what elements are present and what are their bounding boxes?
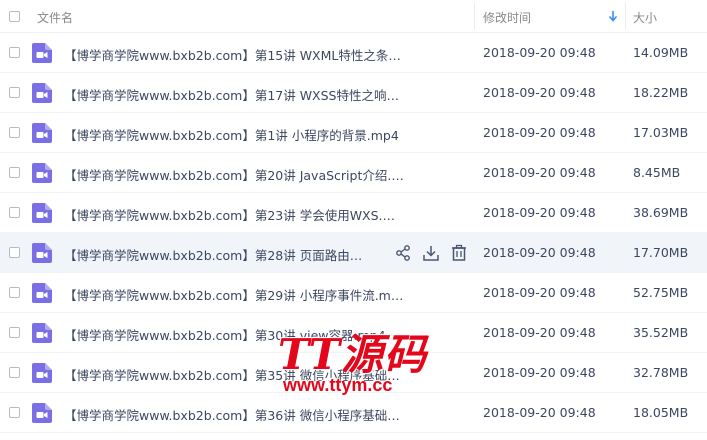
file-row[interactable]: 【博学商学院www.bxb2b.com】第15讲 WXML特性之条件渲染.mp4… [0,33,707,73]
row-checkbox[interactable] [9,287,20,298]
video-file-icon [32,123,52,143]
file-row[interactable]: 【博学商学院www.bxb2b.com】第23讲 学会使用WXS.mp4 201… [0,193,707,233]
file-size: 17.03MB [633,125,689,140]
file-size: 35.52MB [633,325,689,340]
file-name[interactable]: 【博学商学院www.bxb2b.com】第29讲 小程序事件流.mp4 [64,285,404,304]
file-modified-time: 2018-09-20 09:48 [483,365,596,380]
watermark-logo: TT源码 [278,330,428,379]
file-modified-time: 2018-09-20 09:48 [483,85,596,100]
row-checkbox[interactable] [9,127,20,138]
row-checkbox[interactable] [9,367,20,378]
file-modified-time: 2018-09-20 09:48 [483,205,596,220]
file-size: 52.75MB [633,285,689,300]
file-name[interactable]: 【博学商学院www.bxb2b.com】第20讲 JavaScript介绍.mp… [64,165,404,184]
row-checkbox[interactable] [9,407,20,418]
row-checkbox[interactable] [9,167,20,178]
file-name[interactable]: 【博学商学院www.bxb2b.com】第23讲 学会使用WXS.mp4 [64,205,404,224]
file-modified-time: 2018-09-20 09:48 [483,325,596,340]
row-checkbox[interactable] [9,207,20,218]
select-all-checkbox[interactable] [9,11,20,22]
file-modified-time: 2018-09-20 09:48 [483,125,596,140]
row-checkbox[interactable] [9,47,20,58]
file-modified-time: 2018-09-20 09:48 [483,245,596,260]
file-modified-time: 2018-09-20 09:48 [483,285,596,300]
file-name[interactable]: 【博学商学院www.bxb2b.com】第17讲 WXSS特性之响应式像素.mp… [64,85,404,104]
file-row[interactable]: 【博学商学院www.bxb2b.com】第17讲 WXSS特性之响应式像素.mp… [0,73,707,113]
row-checkbox[interactable] [9,87,20,98]
column-header-size[interactable]: 大小 [633,9,657,26]
delete-icon[interactable] [450,244,468,262]
file-size: 18.22MB [633,85,689,100]
file-modified-time: 2018-09-20 09:48 [483,405,596,420]
share-icon[interactable] [394,244,412,262]
file-row[interactable]: 【博学商学院www.bxb2b.com】第28讲 页面路由.mp4 2018-0… [0,233,707,273]
file-row[interactable]: 【博学商学院www.bxb2b.com】第36讲 微信小程序基础内容组件之tex… [0,393,707,433]
video-file-icon [32,283,52,303]
file-size: 32.78MB [633,365,689,380]
file-size: 14.09MB [633,45,689,60]
video-file-icon [32,203,52,223]
file-size: 18.05MB [633,405,689,420]
video-file-icon [32,83,52,103]
file-name[interactable]: 【博学商学院www.bxb2b.com】第36讲 微信小程序基础内容组件之tex… [64,405,404,424]
video-file-icon [32,43,52,63]
file-list-header: 文件名 修改时间 大小 [0,0,707,33]
file-size: 17.70MB [633,245,689,260]
file-size: 8.45MB [633,165,681,180]
file-row[interactable]: 【博学商学院www.bxb2b.com】第1讲 小程序的背景.mp4 2018-… [0,113,707,153]
column-divider[interactable] [474,3,475,30]
video-file-icon [32,363,52,383]
file-row[interactable]: 【博学商学院www.bxb2b.com】第20讲 JavaScript介绍.mp… [0,153,707,193]
column-divider[interactable] [625,3,626,30]
row-checkbox[interactable] [9,247,20,258]
file-name[interactable]: 【博学商学院www.bxb2b.com】第1讲 小程序的背景.mp4 [64,125,404,144]
row-checkbox[interactable] [9,327,20,338]
sort-down-arrow-icon[interactable] [607,9,619,23]
download-icon[interactable] [422,244,440,262]
video-file-icon [32,243,52,263]
file-name[interactable]: 【博学商学院www.bxb2b.com】第15讲 WXML特性之条件渲染.mp4 [64,45,404,64]
video-file-icon [32,403,52,423]
file-name[interactable]: 【博学商学院www.bxb2b.com】第28讲 页面路由.mp4 [64,245,364,264]
column-header-name[interactable]: 文件名 [37,9,73,26]
file-modified-time: 2018-09-20 09:48 [483,165,596,180]
video-file-icon [32,163,52,183]
file-size: 38.69MB [633,205,689,220]
column-header-modified-time[interactable]: 修改时间 [483,9,531,26]
file-row[interactable]: 【博学商学院www.bxb2b.com】第29讲 小程序事件流.mp4 2018… [0,273,707,313]
watermark-url: www.ttym.cc [283,375,393,395]
file-modified-time: 2018-09-20 09:48 [483,45,596,60]
video-file-icon [32,323,52,343]
